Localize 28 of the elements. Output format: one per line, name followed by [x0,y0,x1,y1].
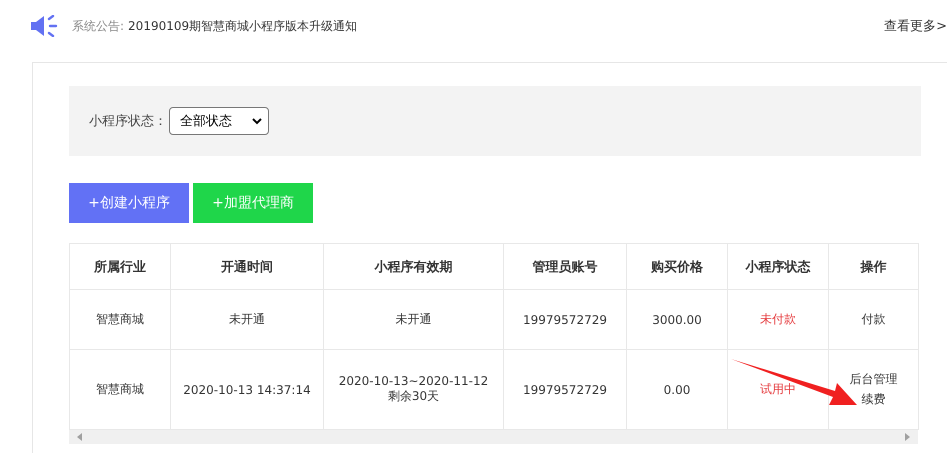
column-header: 所属行业 [70,244,170,290]
column-header: 购买价格 [626,244,728,290]
chevron-down-icon [252,118,262,124]
action-link[interactable]: 后台管理 [850,371,898,388]
table-cell: 3000.00 [626,290,728,350]
status-text: 未付款 [760,312,796,326]
scroll-right-icon[interactable] [904,433,910,441]
speaker-icon [30,15,58,37]
scroll-left-icon[interactable] [77,433,83,441]
notice-link[interactable]: 20190109期智慧商城小程序版本升级通知 [128,18,358,34]
column-header: 小程序状态 [728,244,828,290]
action-link[interactable]: 续费 [862,391,886,408]
status-select[interactable]: 全部状态 [169,107,269,135]
status-text: 试用中 [760,382,796,396]
table-cell: 智慧商城 [70,290,170,350]
column-header: 小程序有效期 [324,244,504,290]
table-cell: 19979572729 [504,290,626,350]
column-header: 管理员账号 [504,244,626,290]
horizontal-scrollbar[interactable] [69,430,918,444]
filter-label: 小程序状态： [89,113,167,130]
add-button[interactable]: +创建小程序 [69,183,189,223]
table-cell: 未开通 [170,290,324,350]
notice-label: 系统公告: [72,18,124,34]
action-link[interactable]: 付款 [862,311,886,328]
column-header: 操作 [828,244,918,290]
more-link[interactable]: 查看更多> [884,17,947,35]
table-cell: 未开通 [324,290,504,350]
column-header: 开通时间 [170,244,324,290]
